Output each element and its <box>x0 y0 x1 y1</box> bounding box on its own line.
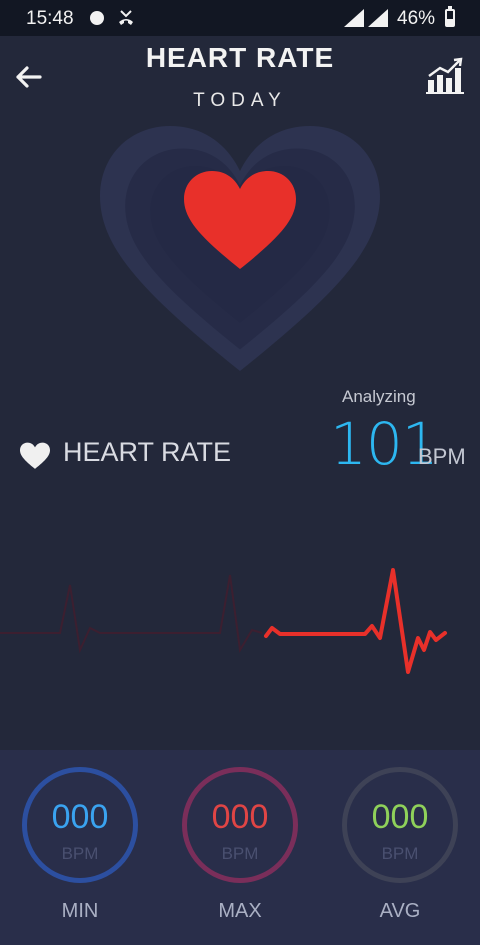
page-subtitle: TODAY <box>193 90 287 111</box>
missed-call-icon <box>119 10 133 25</box>
max-label: MAX <box>218 900 262 922</box>
max-gauge: 000 BPM <box>182 767 298 883</box>
signal-icon <box>344 9 364 27</box>
ecg-waveform <box>0 568 447 674</box>
max-unit: BPM <box>221 844 259 863</box>
bar-chart-icon[interactable] <box>426 56 464 94</box>
battery-percent: 46% <box>397 8 436 29</box>
avg-label: AVG <box>379 900 421 922</box>
stats-panel: 000 BPM MIN 000 BPM MAX 000 BPM AVG <box>0 750 480 945</box>
status-time: 15:48 <box>26 8 74 29</box>
min-unit: BPM <box>61 844 99 863</box>
min-value: 000 <box>51 798 109 836</box>
min-gauge: 000 BPM <box>22 767 138 883</box>
min-label: MIN <box>61 900 99 922</box>
carrier-icon <box>90 11 104 25</box>
avg-gauge: 000 BPM <box>342 767 458 883</box>
max-value: 000 <box>211 798 269 836</box>
avg-unit: BPM <box>381 844 419 863</box>
page-title: HEART RATE <box>145 42 335 73</box>
signal-icon-2 <box>368 9 388 27</box>
analyzing-status: Analyzing <box>342 387 416 406</box>
status-bar: 15:48 46% <box>0 0 480 36</box>
heart-illustration <box>100 126 380 371</box>
avg-value: 000 <box>371 798 429 836</box>
heart-icon <box>20 442 50 469</box>
heart-rate-label: HEART RATE <box>63 437 232 467</box>
bpm-unit: BPM <box>418 444 466 469</box>
battery-icon <box>445 6 455 27</box>
